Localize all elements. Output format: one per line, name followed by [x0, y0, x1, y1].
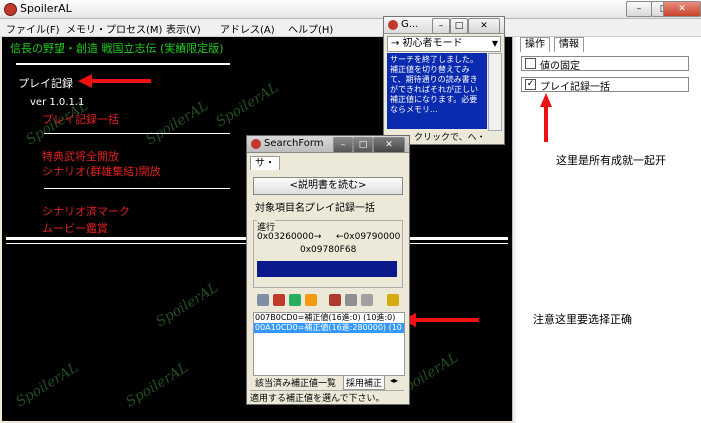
search-icon[interactable]: [257, 294, 269, 306]
divider: [16, 63, 230, 65]
range-to: ←0x09790000: [336, 232, 401, 242]
chevron-down-icon: ▼: [491, 39, 498, 48]
lock-icon[interactable]: [329, 294, 341, 306]
search-form-title-bar[interactable]: SearchForm – □ ✕: [247, 136, 409, 153]
annotation-expand-here: 点击这里展开: [155, 76, 221, 89]
divider: [408, 237, 508, 240]
main-window: SpoilerAL – □ ✕ ファイル(F) メモリ・プロセス(M) 表示(V…: [0, 0, 701, 423]
stop-icon[interactable]: [345, 294, 357, 306]
pause-icon[interactable]: [361, 294, 373, 306]
editor-item[interactable]: シナリオ済マーク: [42, 203, 130, 219]
play-record-all-row[interactable]: ✓ プレイ記録一括: [521, 77, 689, 93]
settings-icon[interactable]: [387, 294, 399, 306]
current-address: 0x09780F68: [300, 245, 357, 255]
editor-item[interactable]: ムービー鑑賞: [42, 220, 108, 236]
editor-item[interactable]: シナリオ(群雄集結)開放: [42, 163, 161, 179]
search-form-window: SearchForm – □ ✕ サ・ <説明書を読む> 対象項目名: プレイ記…: [246, 135, 410, 405]
tab-operation[interactable]: 操作: [520, 37, 550, 52]
guide-close-button[interactable]: ✕: [468, 18, 500, 34]
search-field-tab[interactable]: サ・: [250, 156, 280, 170]
menu-bar: ファイル(F) メモリ・プロセス(M) 表示(V) アドレス(A) ヘルプ(H): [0, 19, 701, 37]
result-item-selected[interactable]: 00A10CD0=補正値(16進:280000) (10: [254, 323, 404, 333]
target-value: プレイ記録一括: [305, 203, 375, 214]
divider: [408, 243, 508, 244]
guide-text: サーチを終了しました。補正値を切り替えてみて、期待通りの読み書きができればそれが…: [387, 53, 487, 129]
arrow-left-icon: [402, 313, 479, 327]
guide-maximize-button[interactable]: □: [450, 18, 468, 34]
app-icon: [388, 20, 398, 30]
version-label: ver 1.0.1.1: [30, 97, 85, 108]
editor-item[interactable]: 特典武将全開放: [42, 148, 119, 164]
search-form-title: SearchForm: [264, 138, 324, 149]
search-toolbar: [253, 292, 403, 308]
watermark: SpoilerAL: [123, 359, 192, 411]
close-button[interactable]: ✕: [663, 1, 701, 17]
play-record-node[interactable]: プレイ記録: [18, 75, 73, 91]
divider: [6, 243, 248, 244]
guide-minimize-button[interactable]: –: [432, 18, 450, 34]
game-title: 信長の野望・創造 戦国立志伝 (実績限定版): [10, 42, 224, 55]
guide-window: G... – □ ✕ → 初心者モード ▼ サーチを終了しました。補正値を切り替…: [383, 16, 505, 145]
wand-icon[interactable]: [305, 294, 317, 306]
guide-title-bar[interactable]: G... – □ ✕: [384, 17, 504, 34]
result-item[interactable]: 007B0CD0=補正値(16進:0) (10進:0): [254, 313, 404, 323]
fix-value-checkbox[interactable]: [525, 58, 536, 69]
play-record-all-checkbox[interactable]: ✓: [525, 79, 536, 90]
minimize-button[interactable]: –: [626, 1, 652, 17]
tab-info[interactable]: 情報: [554, 37, 584, 52]
refresh-icon[interactable]: [289, 294, 301, 306]
mode-dropdown-value: → 初心者モード: [391, 38, 463, 49]
play-record-all-item[interactable]: プレイ記録一括: [42, 111, 119, 127]
guide-footer[interactable]: クリックで、へ・: [414, 130, 486, 143]
results-list[interactable]: 007B0CD0=補正値(16進:0) (10進:0) 00A10CD0=補正値…: [253, 312, 405, 376]
fix-value-label: 値の固定: [540, 61, 580, 72]
watermark: SpoilerAL: [153, 279, 222, 331]
search-close-button[interactable]: ✕: [373, 137, 405, 153]
tab-adopted-values[interactable]: 採用補正: [343, 375, 386, 390]
status-bar: 適用する補正値を選んで下さい。: [250, 390, 404, 404]
menu-memory-process[interactable]: メモリ・プロセス(M): [66, 21, 162, 36]
read-manual-button[interactable]: <説明書を読む>: [253, 177, 403, 195]
play-record-all-label: プレイ記録一括: [540, 82, 610, 93]
guide-title: G...: [401, 19, 419, 30]
right-panel: 操作 情報 値の固定 ✓ プレイ記録一括 这里是所有成就一起开: [516, 37, 701, 423]
progress-group: 進行 0x03260000→ ←0x09790000 0x09780F68: [253, 220, 403, 288]
menu-view[interactable]: 表示(V): [166, 21, 201, 36]
watermark: SpoilerAL: [13, 359, 82, 411]
guide-scrollbar[interactable]: [488, 53, 502, 131]
arrow-left-icon: [78, 74, 151, 88]
menu-help[interactable]: ヘルプ(H): [288, 21, 333, 36]
window-title: SpoilerAL: [20, 2, 72, 15]
annotation-all-achievements: 这里是所有成就一起开: [556, 154, 666, 167]
fix-value-row[interactable]: 値の固定: [521, 56, 689, 72]
search-minimize-button[interactable]: –: [333, 137, 353, 153]
app-icon: [251, 139, 261, 149]
watermark: SpoilerAL: [213, 79, 282, 131]
arrow-up-icon: [540, 93, 552, 142]
target-label: 対象項目名:: [255, 203, 309, 214]
mode-dropdown[interactable]: → 初心者モード ▼: [387, 36, 501, 52]
divider: [44, 188, 230, 189]
annotation-select-correctly: 注意这里要选择正确: [533, 313, 632, 326]
tab-scroll-arrows[interactable]: ◂▸: [390, 376, 398, 385]
menu-address[interactable]: アドレス(A): [220, 21, 275, 36]
delete-icon[interactable]: [273, 294, 285, 306]
status-text: 適用する補正値を選んで下さい。: [250, 394, 385, 404]
app-icon: [4, 3, 17, 16]
divider: [44, 133, 230, 134]
range-from: 0x03260000→: [257, 232, 322, 242]
results-tabs: 該当済み補正値一覧 採用補正 ◂▸: [253, 375, 403, 390]
tab-matched-values[interactable]: 該当済み補正値一覧: [253, 376, 338, 389]
search-maximize-button[interactable]: □: [353, 137, 373, 153]
progress-bar: [257, 261, 397, 277]
menu-file[interactable]: ファイル(F): [6, 21, 60, 36]
title-bar[interactable]: SpoilerAL – □ ✕: [0, 0, 701, 19]
watermark: SpoilerAL: [143, 97, 212, 149]
divider: [6, 237, 248, 240]
